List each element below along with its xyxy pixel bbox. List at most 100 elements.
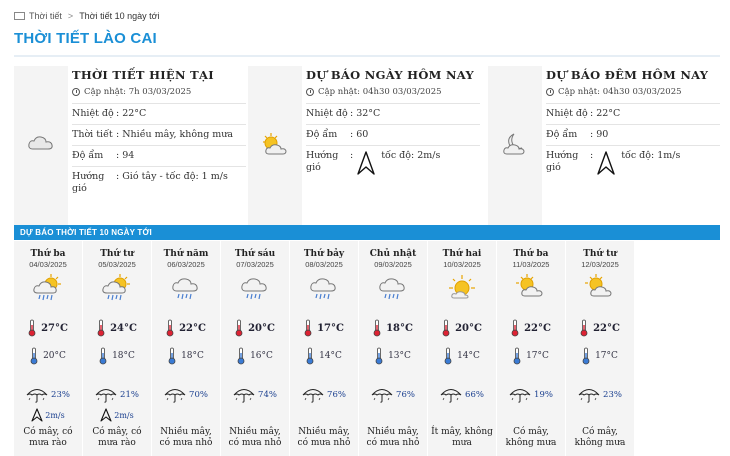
forecast-day-card[interactable]: Thứ ba 11/03/2025 22°C 17°C 19% Có mây, không…: [497, 241, 565, 456]
rain-chance-row: 76%: [290, 387, 358, 403]
rain-chance: 19%: [534, 390, 553, 400]
panel-updated: Cập nhật: 04h30 03/03/2025: [546, 87, 720, 97]
day-date: 09/03/2025: [374, 260, 412, 269]
forecast-day-card[interactable]: Thứ bảy 08/03/2025 17°C 14°C 76% Nhiều mây, c…: [290, 241, 358, 456]
wind-row: [566, 409, 634, 421]
rain-chance: 76%: [396, 390, 415, 400]
forecast-day-card[interactable]: Thứ sáu 07/03/2025 20°C 16°C 74% Nhiều mây, c…: [221, 241, 289, 456]
day-description: Nhiều mây, có mưa nhỏ: [159, 427, 213, 448]
low-temp-row: 18°C: [83, 347, 151, 365]
wind-row: [221, 409, 289, 421]
rain-cloud-icon: [221, 273, 289, 307]
updated-text: Cập nhật: 7h 03/03/2025: [84, 87, 192, 97]
umbrella-icon: [95, 389, 117, 403]
day-description: Nhiều mây, có mưa nhỏ: [228, 427, 282, 448]
row-value: : Nhiều mây, không mưa: [116, 129, 234, 140]
high-temp-row: 27°C: [14, 319, 82, 337]
thermometer-icon: [582, 347, 590, 365]
row-temperature: Nhiệt độ: 22°C: [546, 103, 720, 124]
forecast-day-card[interactable]: Chủ nhật 09/03/2025 18°C 13°C 76% Nhiều mây, …: [359, 241, 427, 456]
day-name: Thứ hai: [442, 249, 482, 259]
day-date: 12/03/2025: [581, 260, 619, 269]
panel-icon-column: [248, 66, 302, 226]
breadcrumb-home[interactable]: Thời tiết: [29, 11, 62, 21]
low-temp-row: 17°C: [566, 347, 634, 365]
rain-chance-row: 76%: [359, 387, 427, 403]
row-label: Độ ẩm: [306, 129, 338, 140]
high-temp-row: 22°C: [566, 319, 634, 337]
row-temperature: Nhiệt độ: 32°C: [306, 103, 480, 124]
updated-text: Cập nhật: 04h30 03/03/2025: [558, 87, 682, 97]
forecast-day-card[interactable]: Thứ tư 12/03/2025 22°C 17°C 23% Có mây, không…: [566, 241, 634, 456]
high-temp-row: 18°C: [359, 319, 427, 337]
day-description: Nhiều mây, có mưa nhỏ: [366, 427, 420, 448]
day-date: 08/03/2025: [305, 260, 343, 269]
rain-chance-row: 21%: [83, 387, 151, 403]
rain-chance-row: 23%: [14, 387, 82, 403]
page-title: THỜI TIẾT LÀO CAI: [14, 30, 157, 47]
thermometer-icon: [30, 347, 38, 365]
clock-icon: [72, 88, 80, 96]
thermometer-icon: [373, 319, 381, 337]
sun-rain-icon: [83, 273, 151, 307]
umbrella-icon: [302, 389, 324, 403]
low-temp: 20°C: [43, 351, 66, 361]
rain-chance: 66%: [465, 390, 484, 400]
row-value: : Gió tây - tốc độ: 1 m/s: [116, 171, 228, 182]
thermometer-icon: [99, 347, 107, 365]
thermometer-icon: [237, 347, 245, 365]
updated-text: Cập nhật: 04h30 03/03/2025: [318, 87, 442, 97]
wind-row: 2m/s: [14, 408, 82, 422]
wind-direction-icon: [100, 408, 112, 422]
home-icon[interactable]: [14, 12, 25, 20]
rain-chance-row: 66%: [428, 387, 496, 403]
forecast-day-card[interactable]: Thứ hai 10/03/2025 20°C 14°C 66% Ít mây, khôn…: [428, 241, 496, 456]
row-value: : 90: [590, 129, 609, 140]
rain-chance: 76%: [327, 390, 346, 400]
day-description: Có mây, có mưa rào: [92, 427, 142, 448]
row-wind: Hướng gió : tốc độ: 1m/s: [546, 145, 720, 180]
row-value: : 60: [350, 129, 369, 140]
thermometer-icon: [580, 319, 588, 337]
day-date: 06/03/2025: [167, 260, 205, 269]
row-label: Thời tiết: [72, 129, 113, 140]
wind-row: [152, 409, 220, 421]
thermometer-icon: [513, 347, 521, 365]
forecast-day-card[interactable]: Thứ ba 04/03/2025 27°C 20°C 23% 2m/s Có mây, c…: [14, 241, 82, 456]
rain-chance: 70%: [189, 390, 208, 400]
forecast-day-card[interactable]: Thứ tư 05/03/2025 24°C 18°C 21% 2m/s Có mây, c…: [83, 241, 151, 456]
clock-icon: [306, 88, 314, 96]
row-value: : tốc độ: 1m/s: [590, 150, 720, 176]
thermometer-icon: [306, 347, 314, 365]
day-description: Nhiều mây, có mưa nhỏ: [297, 427, 351, 448]
cloud-icon: [28, 136, 53, 150]
rain-cloud-icon: [152, 273, 220, 307]
day-name: Thứ năm: [163, 249, 209, 259]
day-date: 10/03/2025: [443, 260, 481, 269]
rain-chance-row: 74%: [221, 387, 289, 403]
low-temp-row: 14°C: [428, 347, 496, 365]
day-date: 04/03/2025: [29, 260, 67, 269]
low-temp: 16°C: [250, 351, 273, 361]
rain-cloud-icon: [359, 273, 427, 307]
rain-cloud-icon: [290, 273, 358, 307]
wind-direction-icon: [357, 151, 375, 175]
clock-icon: [546, 88, 554, 96]
thermometer-icon: [166, 319, 174, 337]
row-value: : 22°C: [116, 108, 147, 119]
umbrella-icon: [578, 389, 600, 403]
umbrella-icon: [371, 389, 393, 403]
umbrella-icon: [233, 389, 255, 403]
sun-rain-icon: [14, 273, 82, 307]
thermometer-icon: [444, 347, 452, 365]
thermometer-icon: [168, 347, 176, 365]
thermometer-icon: [28, 319, 36, 337]
high-temp-row: 20°C: [428, 319, 496, 337]
high-temp: 17°C: [317, 322, 344, 334]
forecast-day-card[interactable]: Thứ năm 06/03/2025 22°C 18°C 70% Nhiều mây, c…: [152, 241, 220, 456]
row-label: Nhiệt độ: [72, 108, 114, 119]
umbrella-icon: [26, 389, 48, 403]
high-temp-row: 17°C: [290, 319, 358, 337]
panel-icon-column: [488, 66, 542, 226]
row-weather: Thời tiết: Nhiều mây, không mưa: [72, 124, 246, 145]
